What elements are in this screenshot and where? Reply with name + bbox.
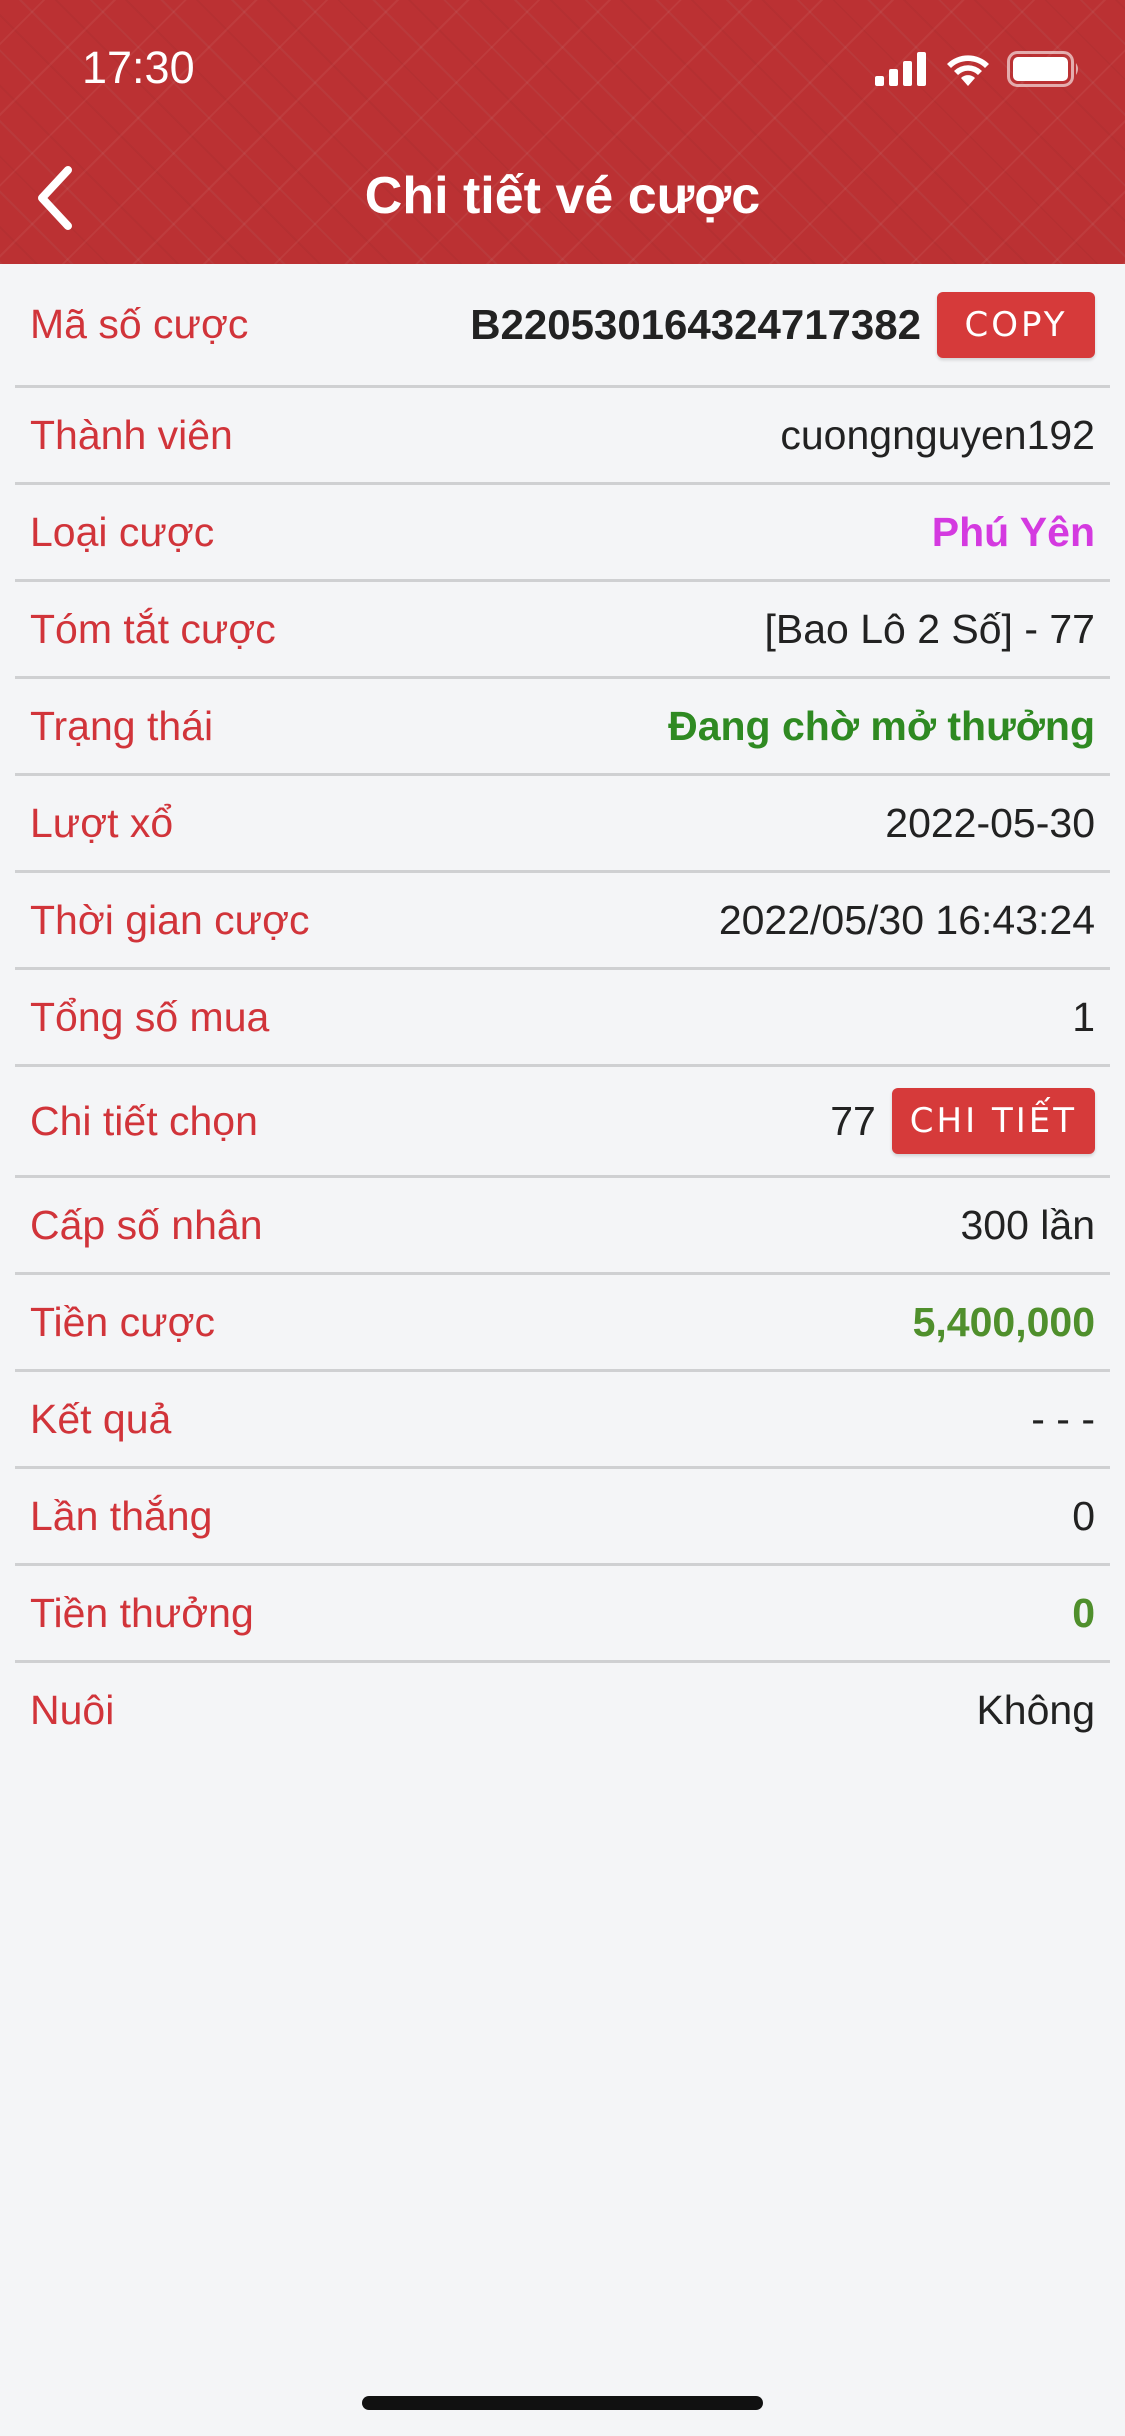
- bet-amount-label: Tiền cược: [30, 1298, 215, 1345]
- bet-code-value: B220530164324717382: [470, 300, 921, 348]
- bet-amount-value: 5,400,000: [912, 1298, 1095, 1345]
- prize-label: Tiền thưởng: [30, 1589, 254, 1636]
- follow-label: Nuôi: [30, 1686, 115, 1733]
- row-summary: Tóm tắt cược [Bao Lô 2 Số] - 77: [15, 582, 1110, 679]
- wins-label: Lần thắng: [30, 1492, 213, 1539]
- bet-code-label: Mã số cược: [30, 301, 249, 347]
- row-member: Thành viên cuongnguyen192: [15, 388, 1110, 485]
- chevron-left-icon: [38, 165, 72, 230]
- bet-time-label: Thời gian cược: [30, 896, 310, 943]
- follow-value: Không: [976, 1686, 1095, 1733]
- status-time: 17:30: [82, 42, 195, 93]
- row-multiplier: Cấp số nhân 300 lần: [15, 1178, 1110, 1275]
- selection-detail-value: 77: [830, 1097, 876, 1144]
- bet-time-value: 2022/05/30 16:43:24: [718, 896, 1095, 943]
- home-indicator[interactable]: [362, 2396, 763, 2410]
- row-status: Trạng thái Đang chờ mở thưởng: [15, 679, 1110, 776]
- cellular-signal-icon: [875, 52, 926, 86]
- total-purchase-value: 1: [1072, 993, 1095, 1040]
- result-value: - - -: [1031, 1395, 1095, 1442]
- row-total-purchase: Tổng số mua 1: [15, 970, 1110, 1067]
- chi-tiet-button[interactable]: CHI TIẾT: [891, 1088, 1095, 1154]
- draw-value: 2022-05-30: [885, 799, 1095, 846]
- summary-value: [Bao Lô 2 Số] - 77: [764, 605, 1095, 652]
- result-label: Kết quả: [30, 1395, 172, 1442]
- battery-icon: [1007, 51, 1078, 87]
- summary-label: Tóm tắt cược: [30, 605, 276, 652]
- status-icons: [875, 46, 1081, 92]
- wins-value: 0: [1072, 1492, 1095, 1539]
- status-value: Đang chờ mở thưởng: [668, 702, 1095, 749]
- bet-type-value: Phú Yên: [931, 508, 1095, 555]
- multiplier-value: 300 lần: [960, 1201, 1095, 1248]
- wifi-icon: [947, 55, 989, 86]
- bet-detail-list: Mã số cược B220530164324717382 COPY Thàn…: [15, 264, 1110, 1757]
- copy-button[interactable]: COPY: [937, 291, 1095, 358]
- status-label: Trạng thái: [30, 702, 214, 749]
- row-follow: Nuôi Không: [15, 1663, 1110, 1757]
- row-bet-code: Mã số cược B220530164324717382 COPY: [15, 264, 1110, 388]
- row-draw: Lượt xổ 2022-05-30: [15, 776, 1110, 873]
- draw-label: Lượt xổ: [30, 799, 174, 846]
- bet-type-label: Loại cược: [30, 508, 215, 555]
- multiplier-label: Cấp số nhân: [30, 1201, 263, 1248]
- total-purchase-label: Tổng số mua: [30, 993, 270, 1040]
- member-label: Thành viên: [30, 411, 233, 458]
- prize-value: 0: [1072, 1589, 1095, 1636]
- row-wins: Lần thắng 0: [15, 1469, 1110, 1566]
- header-bar: 17:30 Chi tiết vé cược: [0, 0, 1125, 264]
- page-title: Chi tiết vé cược: [364, 167, 761, 225]
- row-result: Kết quả - - -: [15, 1372, 1110, 1469]
- selection-detail-label: Chi tiết chọn: [30, 1097, 258, 1144]
- back-button[interactable]: [14, 150, 94, 245]
- row-bet-time: Thời gian cược 2022/05/30 16:43:24: [15, 873, 1110, 970]
- row-prize: Tiền thưởng 0: [15, 1566, 1110, 1663]
- row-bet-type: Loại cược Phú Yên: [15, 485, 1110, 582]
- member-value: cuongnguyen192: [780, 411, 1095, 458]
- row-bet-amount: Tiền cược 5,400,000: [15, 1275, 1110, 1372]
- row-selection-detail: Chi tiết chọn 77 CHI TIẾT: [15, 1067, 1110, 1178]
